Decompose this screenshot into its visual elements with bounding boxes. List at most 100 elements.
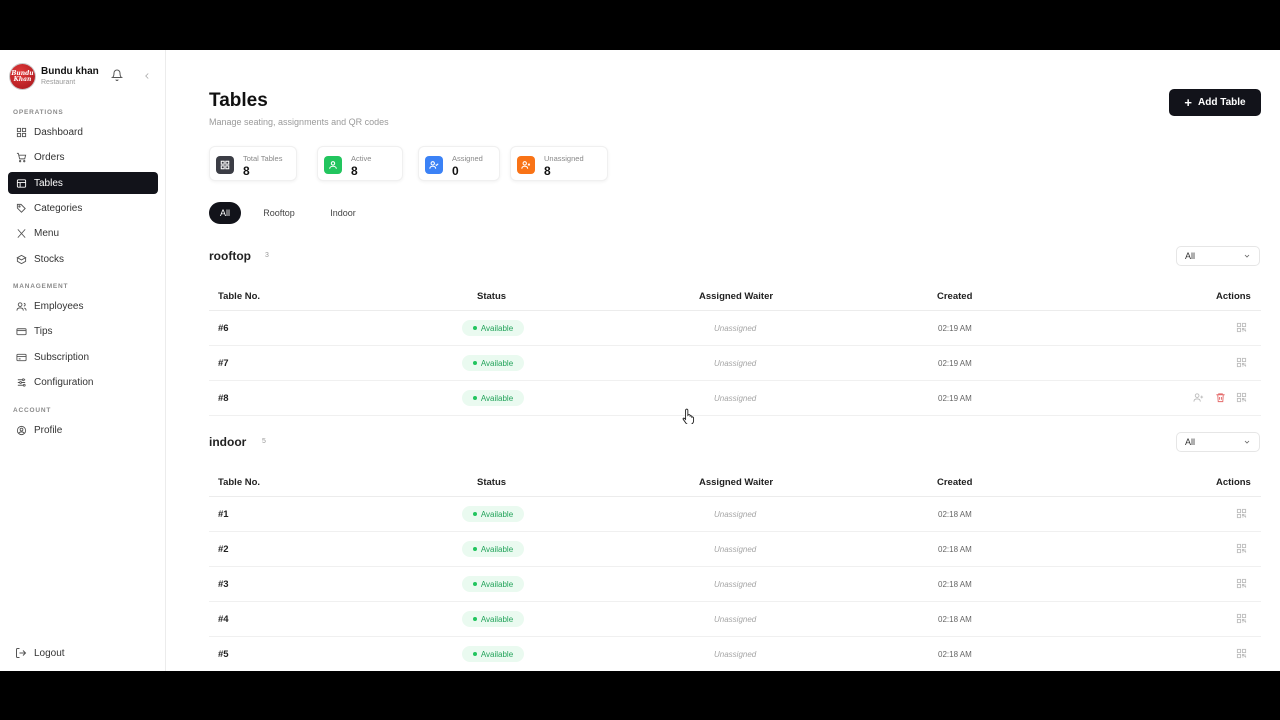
- group-title-indoor: indoor: [209, 435, 247, 449]
- table-row[interactable]: #6 Available Unassigned 02:19 AM: [209, 311, 1261, 346]
- status-dot: [472, 396, 477, 400]
- qr-code-icon[interactable]: [1236, 648, 1248, 660]
- status-label: Available: [480, 544, 514, 554]
- status-badge: Available: [462, 576, 524, 592]
- col-status: Status: [477, 291, 507, 302]
- table-number: #2: [218, 544, 229, 555]
- bell-icon[interactable]: [110, 68, 124, 81]
- status-label: Available: [480, 358, 514, 368]
- stat-label: Active: [351, 154, 372, 163]
- sidebar-item-tables[interactable]: Tables: [8, 172, 158, 194]
- group-title-rooftop: rooftop: [209, 249, 251, 263]
- filter-indoor[interactable]: Indoor: [319, 202, 367, 224]
- sidebar-item-label: Stocks: [34, 253, 65, 265]
- sidebar-item-subscription[interactable]: Subscription: [8, 346, 158, 368]
- col-created: Created: [937, 291, 973, 302]
- chevron-down-icon: [1244, 440, 1250, 444]
- sidebar-item-configuration[interactable]: Configuration: [8, 371, 158, 393]
- filter-rooftop[interactable]: Rooftop: [253, 202, 305, 224]
- page-title: Tables: [209, 90, 268, 111]
- qr-code-icon[interactable]: [1236, 357, 1248, 369]
- add-table-label: Add Table: [1198, 97, 1246, 108]
- sidebar-item-menu[interactable]: Menu: [8, 222, 158, 244]
- stat-card-assigned: Assigned 0: [418, 146, 500, 181]
- status-badge: Available: [462, 355, 524, 371]
- sidebar-item-profile[interactable]: Profile: [8, 419, 158, 441]
- sidebar-item-dashboard[interactable]: Dashboard: [8, 121, 158, 143]
- group-filter-select[interactable]: All: [1176, 246, 1260, 266]
- status-dot: [472, 652, 477, 656]
- brand[interactable]: Bundu Khan Bundu khan Restaurant: [10, 64, 160, 89]
- qr-code-icon[interactable]: [1236, 543, 1248, 555]
- assigned-waiter: Unassigned: [714, 650, 757, 659]
- status-badge: Available: [462, 611, 524, 627]
- chevron-left-icon[interactable]: [142, 68, 152, 80]
- stat-label: Assigned: [452, 154, 483, 163]
- col-table-no: Table No.: [218, 291, 261, 302]
- qr-code-icon[interactable]: [1236, 613, 1248, 625]
- logout-button[interactable]: Logout: [8, 642, 158, 664]
- sidebar-item-stocks[interactable]: Stocks: [8, 248, 158, 270]
- assign-waiter-icon[interactable]: [1193, 392, 1205, 404]
- col-waiter: Assigned Waiter: [699, 291, 774, 302]
- qr-code-icon[interactable]: [1236, 508, 1248, 520]
- status-label: Available: [480, 649, 514, 659]
- sidebar-item-categories[interactable]: Categories: [8, 197, 158, 219]
- status-badge: Available: [462, 506, 524, 522]
- table-row[interactable]: #2 Available Unassigned 02:18 AM: [209, 532, 1261, 567]
- table-icon: [15, 177, 27, 189]
- brand-name: Bundu khan: [41, 66, 99, 77]
- table-number: #5: [218, 649, 229, 660]
- grid-icon: [15, 126, 27, 138]
- status-dot: [472, 547, 477, 551]
- grid-icon: [216, 156, 234, 174]
- stat-card-total: Total Tables 8: [209, 146, 297, 181]
- col-created: Created: [937, 477, 973, 488]
- sidebar-item-employees[interactable]: Employees: [8, 295, 158, 317]
- assigned-waiter: Unassigned: [714, 545, 757, 554]
- status-badge: Available: [462, 320, 524, 336]
- qr-code-icon[interactable]: [1236, 578, 1248, 590]
- sliders-icon: [15, 376, 27, 388]
- sidebar-item-tips[interactable]: Tips: [8, 320, 158, 342]
- brand-subtitle: Restaurant: [41, 79, 76, 86]
- logout-icon: [15, 647, 27, 659]
- group-filter-select[interactable]: All: [1176, 432, 1260, 452]
- stat-value: 8: [544, 164, 551, 178]
- group-count: 3: [265, 252, 269, 259]
- stat-card-unassigned: Unassigned 8: [510, 146, 608, 181]
- table-row[interactable]: #8 Available Unassigned 02:19 AM: [209, 381, 1261, 416]
- chevron-down-icon: [1244, 254, 1250, 258]
- table-row[interactable]: #7 Available Unassigned 02:19 AM: [209, 346, 1261, 381]
- status-dot: [472, 361, 477, 365]
- sidebar-item-orders[interactable]: Orders: [8, 146, 158, 168]
- user-check-icon: [425, 156, 443, 174]
- status-badge: Available: [462, 541, 524, 557]
- table-row[interactable]: #5 Available Unassigned 02:18 AM: [209, 637, 1261, 671]
- plus-icon: +: [1184, 94, 1192, 110]
- table-row[interactable]: #4 Available Unassigned 02:18 AM: [209, 602, 1261, 637]
- trash-icon[interactable]: [1215, 392, 1227, 404]
- table-header: Table No. Status Assigned Waiter Created…: [209, 467, 1261, 497]
- stat-value: 8: [243, 164, 250, 178]
- qr-code-icon[interactable]: [1236, 322, 1248, 334]
- filter-all[interactable]: All: [209, 202, 241, 224]
- col-status: Status: [477, 477, 507, 488]
- status-label: Available: [480, 614, 514, 624]
- logout-label: Logout: [34, 647, 65, 659]
- status-label: Available: [480, 393, 514, 403]
- table-header: Table No. Status Assigned Waiter Created…: [209, 281, 1261, 311]
- status-dot: [472, 582, 477, 586]
- sidebar-item-label: Dashboard: [34, 126, 83, 138]
- sidebar-item-label: Categories: [34, 202, 83, 214]
- table-row[interactable]: #1 Available Unassigned 02:18 AM: [209, 497, 1261, 532]
- table-number: #6: [218, 323, 229, 334]
- stat-label: Total Tables: [243, 154, 283, 163]
- status-dot: [472, 617, 477, 621]
- table-row[interactable]: #3 Available Unassigned 02:18 AM: [209, 567, 1261, 602]
- table-number: #4: [218, 614, 229, 625]
- add-table-button[interactable]: + Add Table: [1169, 89, 1261, 116]
- qr-code-icon[interactable]: [1236, 392, 1248, 404]
- assigned-waiter: Unassigned: [714, 394, 757, 403]
- stat-card-active: Active 8: [317, 146, 403, 181]
